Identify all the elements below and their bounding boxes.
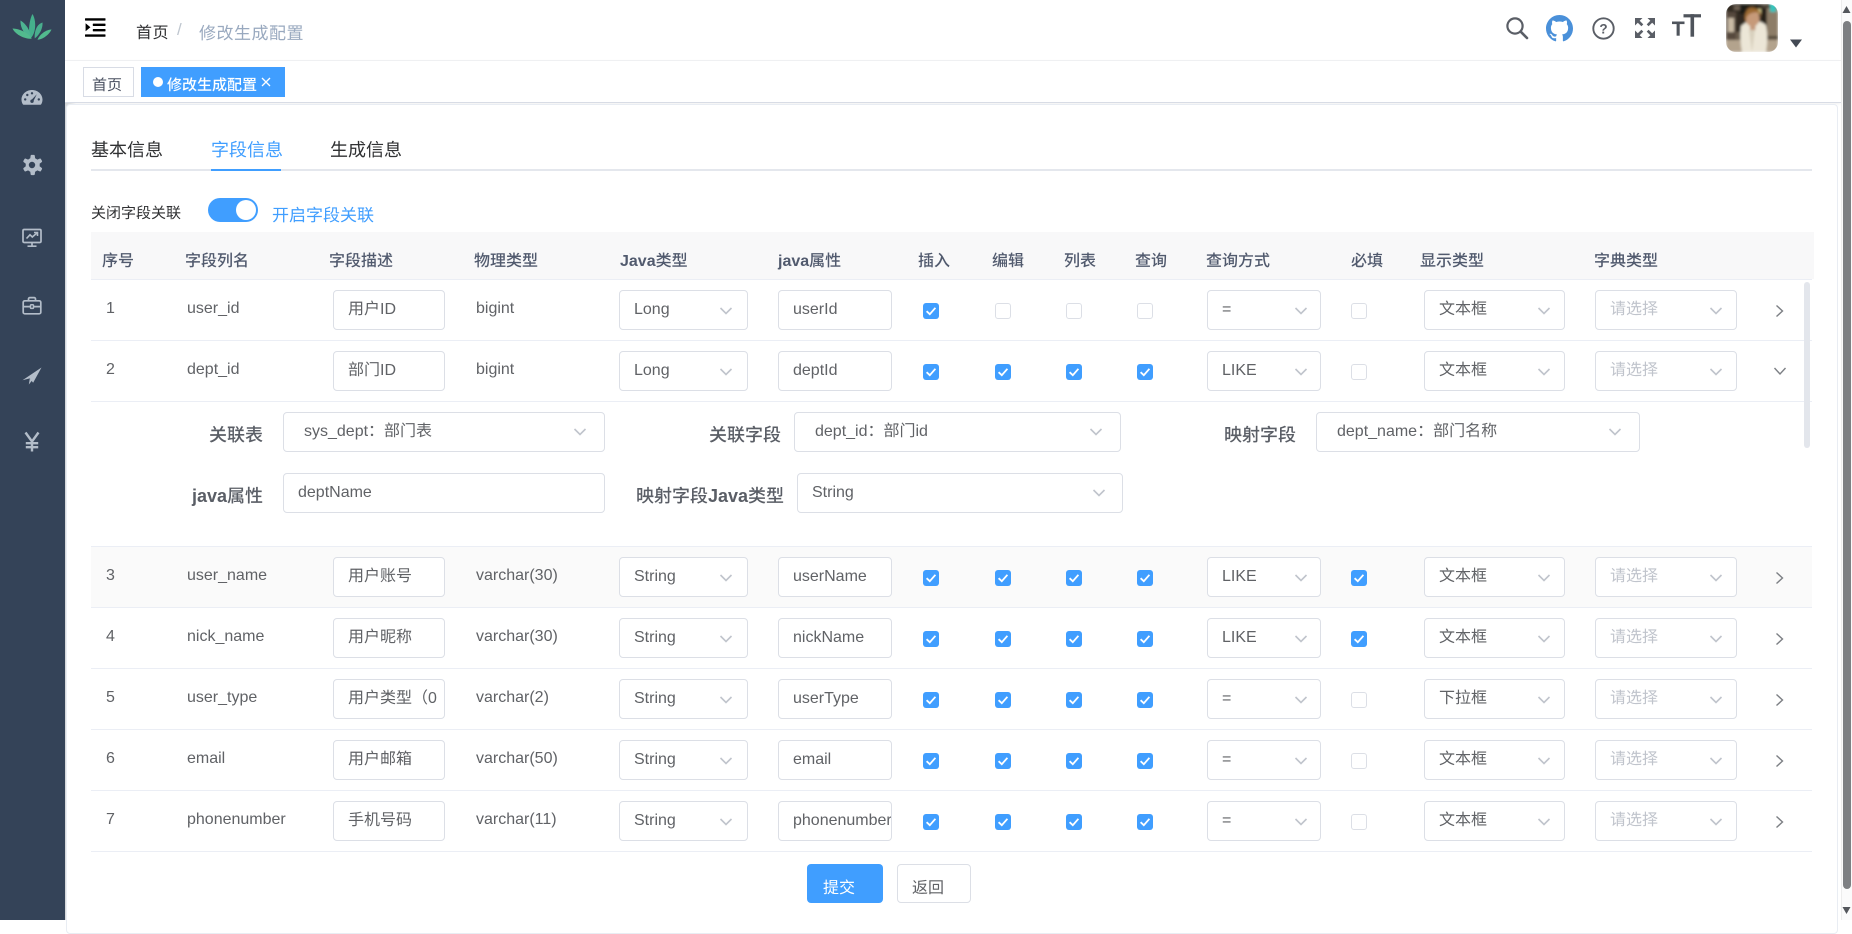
svg-text:?: ? (1599, 21, 1607, 36)
